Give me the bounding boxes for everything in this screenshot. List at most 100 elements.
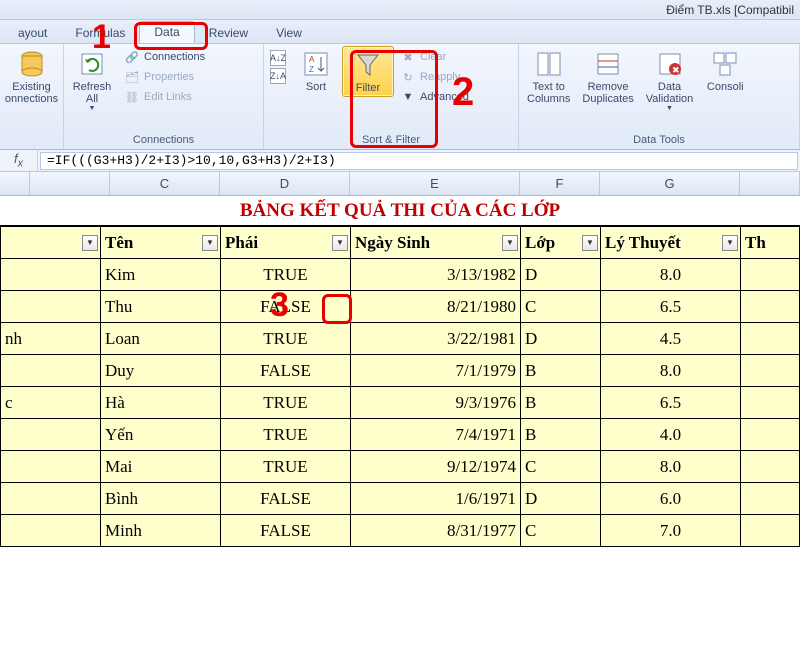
cell-lythuyet[interactable]: 7.0 [601, 515, 741, 547]
cell-lop[interactable]: B [521, 355, 601, 387]
cell[interactable] [1, 515, 101, 547]
cell-phai[interactable]: TRUE [221, 419, 351, 451]
cell-ten[interactable]: Duy [101, 355, 221, 387]
row-header-gutter[interactable] [0, 172, 30, 195]
cell-lop[interactable]: B [521, 387, 601, 419]
cell[interactable] [1, 483, 101, 515]
formula-input[interactable] [40, 152, 798, 170]
consolidate-button[interactable]: Consoli [699, 46, 751, 95]
filter-arrow[interactable]: ▼ [582, 235, 598, 251]
cell-phai[interactable]: TRUE [221, 259, 351, 291]
cell-ngaysinh[interactable]: 7/1/1979 [351, 355, 521, 387]
th-lop[interactable]: Lớp▼ [521, 227, 601, 259]
data-validation-button[interactable]: ✖ Data Validation ▼ [640, 46, 700, 114]
filter-button[interactable]: Filter [342, 46, 394, 97]
cell[interactable] [741, 451, 800, 483]
cell[interactable] [741, 515, 800, 547]
tab-data[interactable]: Data [139, 21, 194, 43]
filter-arrow[interactable]: ▼ [722, 235, 738, 251]
cell-phai[interactable]: FALSE [221, 515, 351, 547]
table-row[interactable]: MinhFALSE8/31/1977C7.0 [1, 515, 800, 547]
cell-ngaysinh[interactable]: 9/12/1974 [351, 451, 521, 483]
filter-arrow[interactable]: ▼ [332, 235, 348, 251]
cell-lythuyet[interactable]: 8.0 [601, 355, 741, 387]
cell[interactable] [1, 451, 101, 483]
filter-arrow[interactable]: ▼ [202, 235, 218, 251]
cell-lythuyet[interactable]: 8.0 [601, 451, 741, 483]
table-row[interactable]: nhLoanTRUE3/22/1981D4.5 [1, 323, 800, 355]
table-row[interactable]: cHàTRUE9/3/1976B6.5 [1, 387, 800, 419]
sort-button[interactable]: AZ Sort [290, 46, 342, 95]
cell-lop[interactable]: C [521, 515, 601, 547]
cell-ngaysinh[interactable]: 3/13/1982 [351, 259, 521, 291]
cell-phai[interactable]: FALSE [221, 355, 351, 387]
cell-lythuyet[interactable]: 4.5 [601, 323, 741, 355]
th-ten[interactable]: Tên▼ [101, 227, 221, 259]
cell-ten[interactable]: Thu [101, 291, 221, 323]
cell[interactable] [1, 291, 101, 323]
existing-connections-button[interactable]: Existing onnections [2, 46, 61, 107]
th-lythuyet[interactable]: Lý Thuyết▼ [601, 227, 741, 259]
advanced-button[interactable]: ▼ Advanced [398, 88, 471, 106]
cell-phai[interactable]: TRUE [221, 323, 351, 355]
cell[interactable]: nh [1, 323, 101, 355]
table-row[interactable]: BìnhFALSE1/6/1971D6.0 [1, 483, 800, 515]
cell-ngaysinh[interactable]: 9/3/1976 [351, 387, 521, 419]
cell-ten[interactable]: Yến [101, 419, 221, 451]
clear-button[interactable]: ✖ Clear [398, 48, 471, 66]
cell-ngaysinh[interactable]: 3/22/1981 [351, 323, 521, 355]
cell[interactable] [1, 355, 101, 387]
fx-label[interactable]: fx [0, 149, 38, 172]
cell-ngaysinh[interactable]: 8/21/1980 [351, 291, 521, 323]
filter-arrow[interactable]: ▼ [82, 235, 98, 251]
cell[interactable] [741, 291, 800, 323]
cell[interactable] [741, 419, 800, 451]
cell-lop[interactable]: B [521, 419, 601, 451]
cell-phai[interactable]: FALSE [221, 291, 351, 323]
properties-button[interactable]: 🗂 Properties [122, 68, 207, 86]
table-row[interactable]: ThuFALSE8/21/1980C6.5 [1, 291, 800, 323]
cell-lop[interactable]: D [521, 483, 601, 515]
tab-view[interactable]: View [262, 23, 316, 43]
cell-ten[interactable]: Minh [101, 515, 221, 547]
table-row[interactable]: DuyFALSE7/1/1979B8.0 [1, 355, 800, 387]
cell[interactable] [741, 483, 800, 515]
cell-lythuyet[interactable]: 6.5 [601, 387, 741, 419]
worksheet[interactable]: BẢNG KẾT QUẢ THI CỦA CÁC LỚP ▼ Tên▼ Phái… [0, 196, 800, 547]
cell-lop[interactable]: D [521, 259, 601, 291]
cell[interactable] [1, 419, 101, 451]
col-d[interactable]: D [220, 172, 350, 195]
cell[interactable] [741, 323, 800, 355]
table-row[interactable]: YếnTRUE7/4/1971B4.0 [1, 419, 800, 451]
col-c[interactable]: C [110, 172, 220, 195]
cell-lop[interactable]: C [521, 291, 601, 323]
cell-lythuyet[interactable]: 8.0 [601, 259, 741, 291]
cell-ten[interactable]: Kim [101, 259, 221, 291]
cell-ngaysinh[interactable]: 8/31/1977 [351, 515, 521, 547]
th-th[interactable]: Th [741, 227, 800, 259]
filter-arrow[interactable]: ▼ [502, 235, 518, 251]
table-row[interactable]: MaiTRUE9/12/1974C8.0 [1, 451, 800, 483]
th-phai[interactable]: Phái▼ [221, 227, 351, 259]
tab-review[interactable]: Review [195, 23, 262, 43]
cell-phai[interactable]: TRUE [221, 451, 351, 483]
edit-links-button[interactable]: ⛓ Edit Links [122, 88, 207, 106]
cell-phai[interactable]: TRUE [221, 387, 351, 419]
col-g[interactable]: G [600, 172, 740, 195]
cell[interactable]: c [1, 387, 101, 419]
cell-ten[interactable]: Hà [101, 387, 221, 419]
th-blank[interactable]: ▼ [1, 227, 101, 259]
cell-lop[interactable]: D [521, 323, 601, 355]
cell-ngaysinh[interactable]: 7/4/1971 [351, 419, 521, 451]
cell-ten[interactable]: Bình [101, 483, 221, 515]
reapply-button[interactable]: ↻ Reapply [398, 68, 471, 86]
connections-button[interactable]: 🔗 Connections [122, 48, 207, 66]
cell-ten[interactable]: Loan [101, 323, 221, 355]
cell-lythuyet[interactable]: 6.0 [601, 483, 741, 515]
cell[interactable] [741, 387, 800, 419]
cell[interactable] [1, 259, 101, 291]
cell-lythuyet[interactable]: 6.5 [601, 291, 741, 323]
tab-layout[interactable]: ayout [4, 23, 61, 43]
tab-formulas[interactable]: Formulas [61, 23, 139, 43]
col-f[interactable]: F [520, 172, 600, 195]
